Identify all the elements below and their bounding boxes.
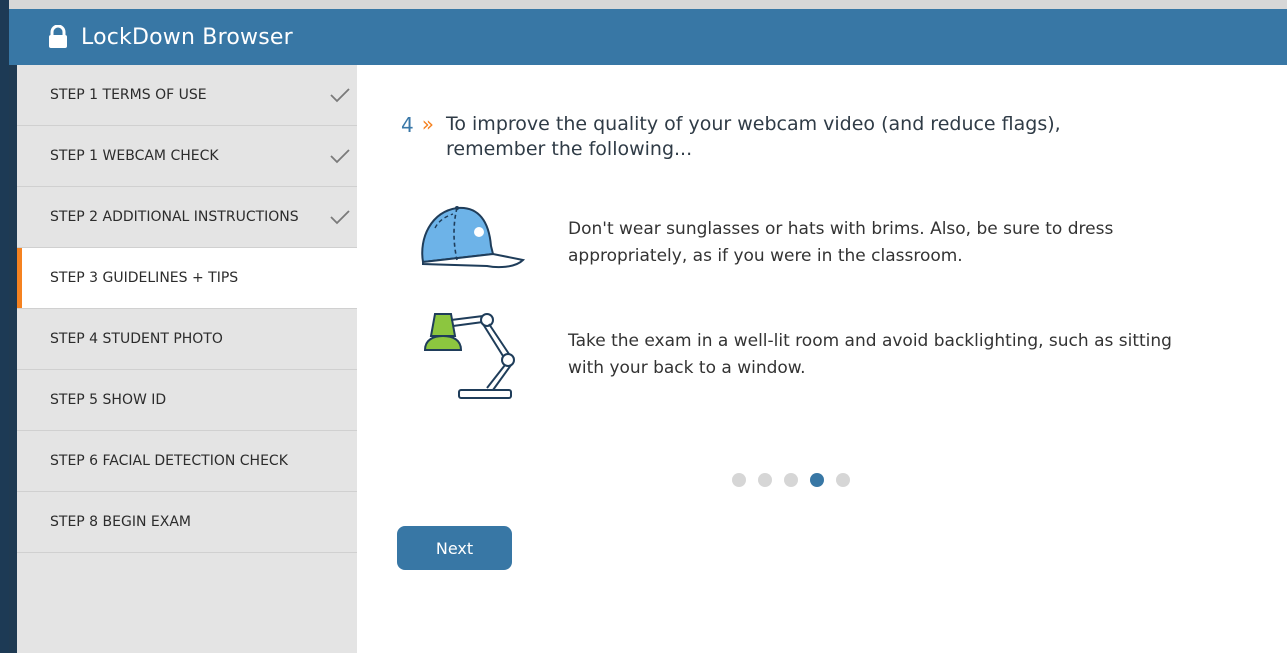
checkmark-icon [329, 87, 351, 103]
sidebar-item-label: STEP 8 BEGIN EXAM [50, 514, 191, 530]
pagination-dot[interactable] [732, 473, 746, 487]
sidebar-item-label: STEP 6 FACIAL DETECTION CHECK [50, 453, 288, 469]
pagination-dot[interactable] [836, 473, 850, 487]
title-bar: LockDown Browser [9, 9, 1287, 65]
tip-heading: 4 » To improve the quality of your webca… [401, 112, 1166, 162]
sidebar-item-show-id[interactable]: STEP 5 SHOW ID [17, 370, 357, 431]
checkmark-icon [329, 209, 351, 225]
next-button[interactable]: Next [397, 526, 512, 570]
sidebar-item-label: STEP 1 TERMS OF USE [50, 87, 207, 103]
tip-item: Take the exam in a well-lit room and avo… [417, 310, 1172, 400]
steps-sidebar: STEP 1 TERMS OF USE STEP 1 WEBCAM CHECK … [17, 65, 357, 653]
sidebar-item-additional-instructions[interactable]: STEP 2 ADDITIONAL INSTRUCTIONS [17, 187, 357, 248]
sidebar-item-label: STEP 3 GUIDELINES + TIPS [50, 270, 239, 286]
tip-item: Don't wear sunglasses or hats with brims… [417, 198, 1113, 288]
checkmark-icon [329, 148, 351, 164]
tip-number: 4 [401, 113, 414, 137]
pagination-dot[interactable] [784, 473, 798, 487]
pagination-dot-current[interactable] [810, 473, 824, 487]
sidebar-item-webcam-check[interactable]: STEP 1 WEBCAM CHECK [17, 126, 357, 187]
sidebar-item-terms-of-use[interactable]: STEP 1 TERMS OF USE [17, 65, 357, 126]
sidebar-item-label: STEP 4 STUDENT PHOTO [50, 331, 223, 347]
sidebar-item-student-photo[interactable]: STEP 4 STUDENT PHOTO [17, 309, 357, 370]
content-panel: 4 » To improve the quality of your webca… [357, 65, 1287, 653]
lock-icon [47, 25, 69, 49]
sidebar-item-label: STEP 5 SHOW ID [50, 392, 167, 408]
desk-lamp-icon [417, 310, 529, 400]
cap-icon [417, 198, 529, 288]
window-left-edge [0, 0, 9, 653]
pagination-dots [732, 473, 850, 487]
heading-text: To improve the quality of your webcam vi… [445, 113, 1061, 160]
tip-text: Take the exam in a well-lit room and avo… [568, 331, 1172, 378]
tip-text: Don't wear sunglasses or hats with brims… [568, 219, 1114, 266]
sidebar-item-label: STEP 1 WEBCAM CHECK [50, 148, 219, 164]
app-title: LockDown Browser [81, 24, 293, 50]
sidebar-item-guidelines-tips[interactable]: STEP 3 GUIDELINES + TIPS [17, 248, 357, 309]
sidebar-item-label: STEP 2 ADDITIONAL INSTRUCTIONS [50, 209, 299, 225]
pagination-dot[interactable] [758, 473, 772, 487]
sidebar-item-facial-detection-check[interactable]: STEP 6 FACIAL DETECTION CHECK [17, 431, 357, 492]
double-chevron-icon: » [421, 112, 434, 136]
window-top-edge [0, 0, 1287, 9]
sidebar-item-begin-exam[interactable]: STEP 8 BEGIN EXAM [17, 492, 357, 553]
